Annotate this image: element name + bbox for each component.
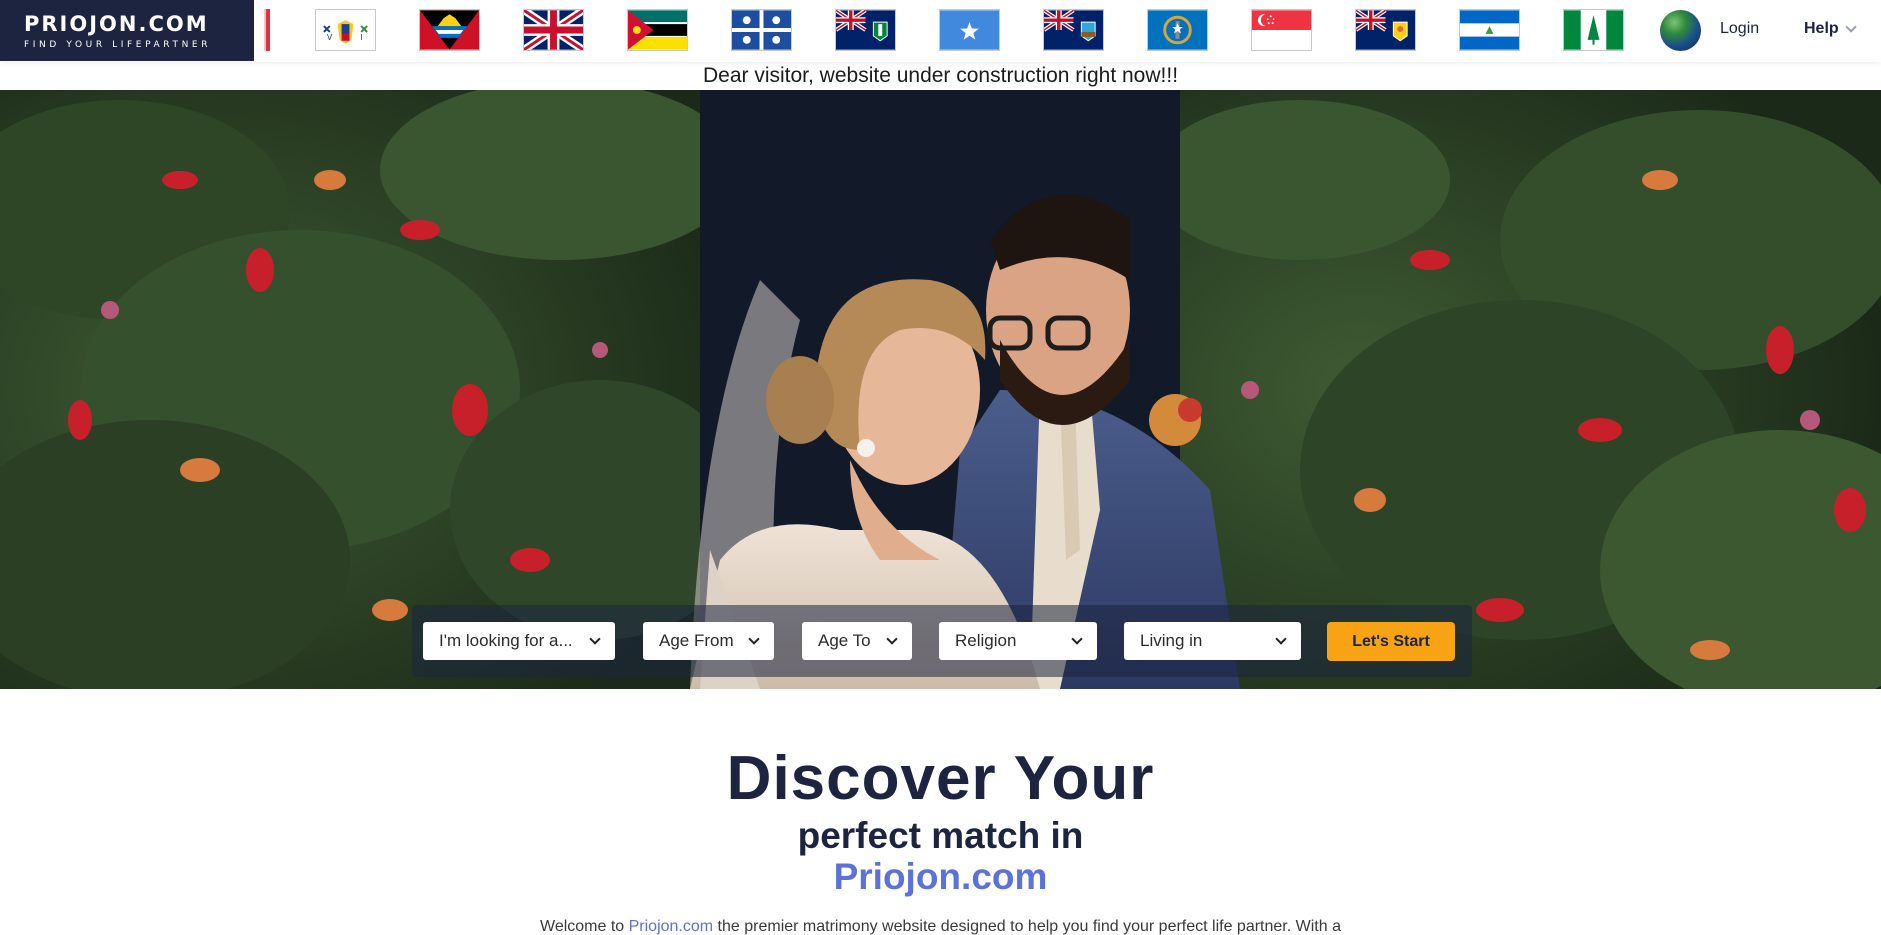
intro-text-start: Welcome to	[540, 918, 629, 935]
martinique-flag[interactable]	[731, 9, 792, 51]
logo-title: PRIOJON.COM	[24, 11, 209, 36]
antigua-and-barbuda-flag[interactable]	[419, 9, 480, 51]
looking-for-value: I'm looking for a...	[439, 631, 573, 650]
globe-language-icon[interactable]	[1660, 10, 1701, 51]
partial-flag	[264, 9, 270, 51]
religion-value: Religion	[955, 631, 1017, 650]
site-logo[interactable]: PRIOJON.COM FIND YOUR LIFEPARTNER	[0, 0, 254, 61]
chevron-down-icon	[1275, 632, 1287, 645]
age-to-value: Age To	[818, 631, 871, 650]
british-virgin-islands-flag[interactable]	[835, 9, 896, 51]
chevron-down-icon	[1071, 632, 1083, 645]
age-to-select[interactable]: Age To	[802, 622, 912, 660]
intro-paragraph: Welcome to Priojon.com the premier matri…	[0, 917, 1881, 935]
hero-banner: I'm looking for a... Age From Age To Rel…	[0, 90, 1881, 689]
svg-text:V: V	[327, 33, 333, 42]
united-kingdom-flag[interactable]	[523, 9, 584, 51]
help-menu[interactable]: Help	[1804, 20, 1857, 38]
chevron-down-icon	[748, 632, 760, 645]
logo-tagline: FIND YOUR LIFEPARTNER	[24, 39, 212, 50]
discover-section: Discover Your perfect match in Priojon.c…	[0, 742, 1881, 898]
discover-heading: Discover Your	[726, 744, 1155, 813]
discover-brand: Priojon.com	[833, 856, 1048, 897]
chevron-down-icon	[1845, 21, 1857, 33]
svg-text:I: I	[360, 33, 362, 42]
age-from-value: Age From	[659, 631, 734, 650]
discover-subheading: perfect match in	[797, 815, 1084, 856]
wedding-couple-photo	[0, 90, 1881, 689]
norfolk-island-flag[interactable]	[1563, 9, 1624, 51]
help-label: Help	[1804, 20, 1839, 37]
construction-notice: Dear visitor, website under construction…	[702, 64, 1179, 87]
northern-mariana-islands-flag[interactable]	[1147, 9, 1208, 51]
nicaragua-flag[interactable]	[1459, 9, 1520, 51]
us-virgin-islands-flag[interactable]: VI	[315, 9, 376, 51]
looking-for-select[interactable]: I'm looking for a...	[423, 622, 615, 660]
turks-and-caicos-flag[interactable]	[1355, 9, 1416, 51]
login-link[interactable]: Login	[1720, 20, 1759, 38]
religion-select[interactable]: Religion	[939, 622, 1097, 660]
montserrat-flag[interactable]	[1043, 9, 1104, 51]
partner-search-bar: I'm looking for a... Age From Age To Rel…	[412, 605, 1472, 677]
intro-text-rest: the premier matrimony website designed t…	[713, 918, 1341, 935]
lets-start-button[interactable]: Let's Start	[1327, 622, 1455, 661]
top-navigation-bar: PRIOJON.COM FIND YOUR LIFEPARTNER VI Log…	[0, 0, 1881, 62]
chevron-down-icon	[886, 632, 898, 645]
intro-site-link[interactable]: Priojon.com	[629, 918, 713, 935]
chevron-down-icon	[589, 632, 601, 645]
living-in-select[interactable]: Living in	[1124, 622, 1301, 660]
somalia-flag[interactable]	[939, 9, 1000, 51]
living-in-value: Living in	[1140, 631, 1203, 650]
age-from-select[interactable]: Age From	[643, 622, 774, 660]
singapore-flag[interactable]	[1251, 9, 1312, 51]
mozambique-flag[interactable]	[627, 9, 688, 51]
